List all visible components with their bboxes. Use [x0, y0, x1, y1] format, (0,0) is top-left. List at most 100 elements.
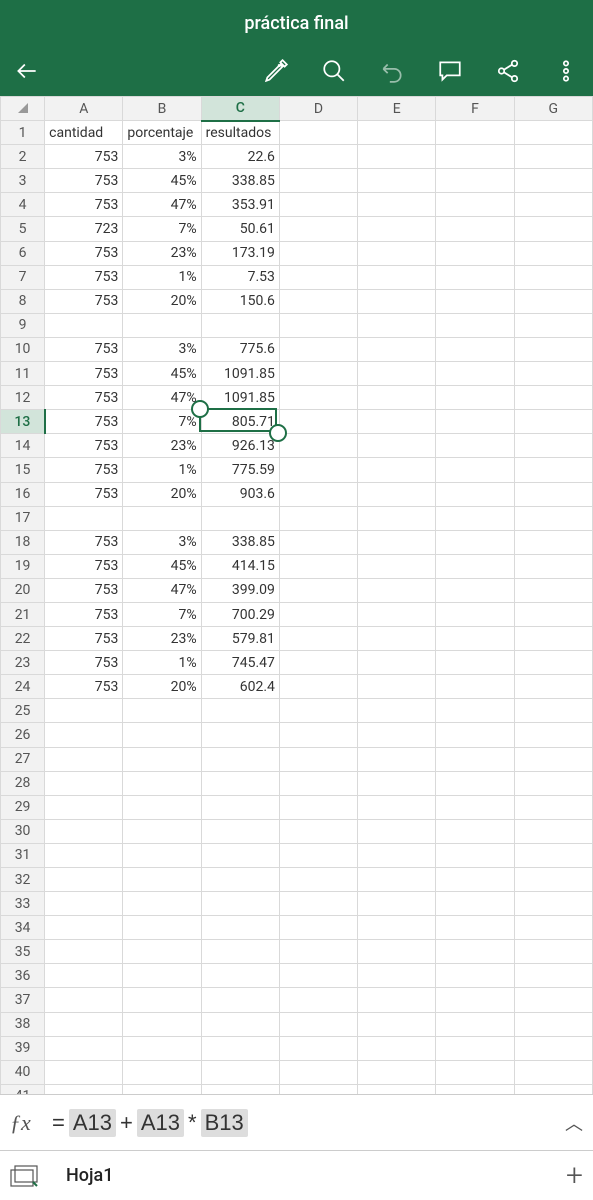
- cell-E2[interactable]: [358, 145, 436, 169]
- cell-A35[interactable]: [45, 940, 123, 964]
- cell-E30[interactable]: [358, 819, 436, 843]
- cell-F6[interactable]: [436, 241, 514, 265]
- cell-F14[interactable]: [436, 434, 514, 458]
- row-header-26[interactable]: 26: [1, 723, 45, 747]
- cell-D38[interactable]: [279, 1012, 357, 1036]
- cell-G37[interactable]: [514, 988, 592, 1012]
- row-header-40[interactable]: 40: [1, 1060, 45, 1084]
- cell-A22[interactable]: 753: [45, 627, 123, 651]
- cell-G31[interactable]: [514, 843, 592, 867]
- cell-F5[interactable]: [436, 217, 514, 241]
- cell-A38[interactable]: [45, 1012, 123, 1036]
- cell-G39[interactable]: [514, 1036, 592, 1060]
- cell-C13[interactable]: 805.71: [201, 410, 279, 434]
- cell-C27[interactable]: [201, 747, 279, 771]
- search-icon[interactable]: [319, 56, 349, 86]
- cell-C41[interactable]: [201, 1084, 279, 1094]
- cell-C7[interactable]: 7.53: [201, 265, 279, 289]
- cell-F34[interactable]: [436, 916, 514, 940]
- cell-B21[interactable]: 7%: [123, 602, 201, 626]
- cell-C29[interactable]: [201, 795, 279, 819]
- cell-G25[interactable]: [514, 699, 592, 723]
- select-all-corner[interactable]: [1, 97, 45, 121]
- cell-C24[interactable]: 602.4: [201, 675, 279, 699]
- row-header-36[interactable]: 36: [1, 964, 45, 988]
- cell-C14[interactable]: 926.13: [201, 434, 279, 458]
- cell-C36[interactable]: [201, 964, 279, 988]
- cell-G21[interactable]: [514, 602, 592, 626]
- draw-icon[interactable]: [261, 56, 291, 86]
- cell-B3[interactable]: 45%: [123, 169, 201, 193]
- sheets-icon[interactable]: [10, 1165, 38, 1187]
- cell-F12[interactable]: [436, 386, 514, 410]
- expand-formula-icon[interactable]: ︿: [565, 1110, 583, 1136]
- cell-C39[interactable]: [201, 1036, 279, 1060]
- cell-B18[interactable]: 3%: [123, 530, 201, 554]
- cell-C20[interactable]: 399.09: [201, 578, 279, 602]
- cell-F41[interactable]: [436, 1084, 514, 1094]
- row-header-35[interactable]: 35: [1, 940, 45, 964]
- cell-B10[interactable]: 3%: [123, 337, 201, 361]
- cell-B5[interactable]: 7%: [123, 217, 201, 241]
- cell-F36[interactable]: [436, 964, 514, 988]
- cell-G40[interactable]: [514, 1060, 592, 1084]
- row-header-37[interactable]: 37: [1, 988, 45, 1012]
- cell-D32[interactable]: [279, 868, 357, 892]
- cell-C25[interactable]: [201, 699, 279, 723]
- cell-F26[interactable]: [436, 723, 514, 747]
- cell-G12[interactable]: [514, 386, 592, 410]
- row-header-1[interactable]: 1: [1, 121, 45, 145]
- row-header-15[interactable]: 15: [1, 458, 45, 482]
- row-header-12[interactable]: 12: [1, 386, 45, 410]
- cell-B24[interactable]: 20%: [123, 675, 201, 699]
- row-header-34[interactable]: 34: [1, 916, 45, 940]
- cell-B26[interactable]: [123, 723, 201, 747]
- cell-F30[interactable]: [436, 819, 514, 843]
- cell-B25[interactable]: [123, 699, 201, 723]
- cell-B30[interactable]: [123, 819, 201, 843]
- cell-E23[interactable]: [358, 651, 436, 675]
- cell-E32[interactable]: [358, 868, 436, 892]
- cell-E25[interactable]: [358, 699, 436, 723]
- cell-F17[interactable]: [436, 506, 514, 530]
- cell-C31[interactable]: [201, 843, 279, 867]
- cell-G6[interactable]: [514, 241, 592, 265]
- cell-D23[interactable]: [279, 651, 357, 675]
- cell-F24[interactable]: [436, 675, 514, 699]
- cell-G16[interactable]: [514, 482, 592, 506]
- cell-F16[interactable]: [436, 482, 514, 506]
- share-icon[interactable]: [493, 56, 523, 86]
- more-icon[interactable]: [551, 56, 581, 86]
- cell-E15[interactable]: [358, 458, 436, 482]
- cell-C18[interactable]: 338.85: [201, 530, 279, 554]
- cell-B2[interactable]: 3%: [123, 145, 201, 169]
- cell-E38[interactable]: [358, 1012, 436, 1036]
- cell-A7[interactable]: 753: [45, 265, 123, 289]
- cell-B36[interactable]: [123, 964, 201, 988]
- cell-A33[interactable]: [45, 892, 123, 916]
- cell-C28[interactable]: [201, 771, 279, 795]
- cell-E24[interactable]: [358, 675, 436, 699]
- cell-D34[interactable]: [279, 916, 357, 940]
- cell-B23[interactable]: 1%: [123, 651, 201, 675]
- cell-D25[interactable]: [279, 699, 357, 723]
- cell-D22[interactable]: [279, 627, 357, 651]
- cell-C23[interactable]: 745.47: [201, 651, 279, 675]
- cell-G22[interactable]: [514, 627, 592, 651]
- cell-A20[interactable]: 753: [45, 578, 123, 602]
- cell-C16[interactable]: 903.6: [201, 482, 279, 506]
- cell-C37[interactable]: [201, 988, 279, 1012]
- cell-A28[interactable]: [45, 771, 123, 795]
- cell-D8[interactable]: [279, 289, 357, 313]
- column-header-G[interactable]: G: [514, 97, 592, 121]
- row-header-4[interactable]: 4: [1, 193, 45, 217]
- cell-G28[interactable]: [514, 771, 592, 795]
- cell-D19[interactable]: [279, 554, 357, 578]
- cell-D9[interactable]: [279, 313, 357, 337]
- row-header-27[interactable]: 27: [1, 747, 45, 771]
- cell-E7[interactable]: [358, 265, 436, 289]
- cell-E20[interactable]: [358, 578, 436, 602]
- cell-F3[interactable]: [436, 169, 514, 193]
- column-header-E[interactable]: E: [358, 97, 436, 121]
- cell-D18[interactable]: [279, 530, 357, 554]
